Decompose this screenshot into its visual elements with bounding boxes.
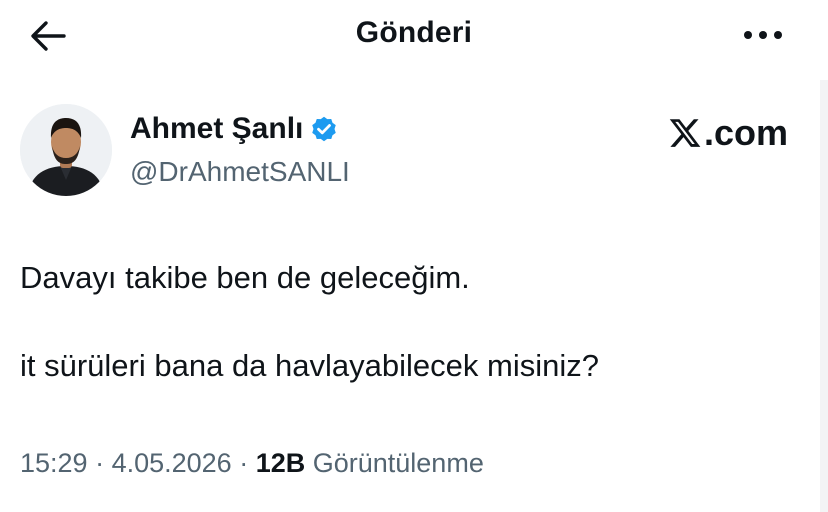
views-count: 12B xyxy=(255,448,306,478)
more-options-button[interactable] xyxy=(742,27,784,43)
tweet-text: Davayı takibe ben de geleceğim. it sürül… xyxy=(20,256,800,388)
tweet-line-1: Davayı takibe ben de geleceğim. xyxy=(20,260,470,295)
author-display-name[interactable]: Ahmet Şanlı xyxy=(130,112,303,146)
author-handle[interactable]: @DrAhmetSANLI xyxy=(130,156,350,188)
tweet-meta: 15:29 · 4.05.2026 · 12B Görüntülenme xyxy=(20,448,484,479)
avatar[interactable] xyxy=(20,104,112,196)
x-logo-icon xyxy=(668,116,702,150)
profile-photo xyxy=(20,104,112,196)
verified-badge-icon[interactable] xyxy=(309,114,339,144)
tweet-line-2: it sürüleri bana da havlayabilecek misin… xyxy=(20,348,599,383)
source-watermark: .com xyxy=(668,112,788,154)
more-options-icon xyxy=(744,31,782,39)
views-label: Görüntülenme xyxy=(305,448,484,478)
tweet-time[interactable]: 15:29 xyxy=(20,448,88,478)
top-bar: Gönderi xyxy=(0,0,828,72)
author-name-row: Ahmet Şanlı xyxy=(130,112,339,146)
tweet-date[interactable]: 4.05.2026 xyxy=(112,448,232,478)
meta-separator: · xyxy=(87,448,112,478)
screen-edge xyxy=(820,80,828,512)
tweet-paragraph-gap xyxy=(20,300,800,344)
source-brand-text: .com xyxy=(703,112,788,153)
page-title: Gönderi xyxy=(355,16,473,49)
meta-separator: · xyxy=(231,448,256,478)
